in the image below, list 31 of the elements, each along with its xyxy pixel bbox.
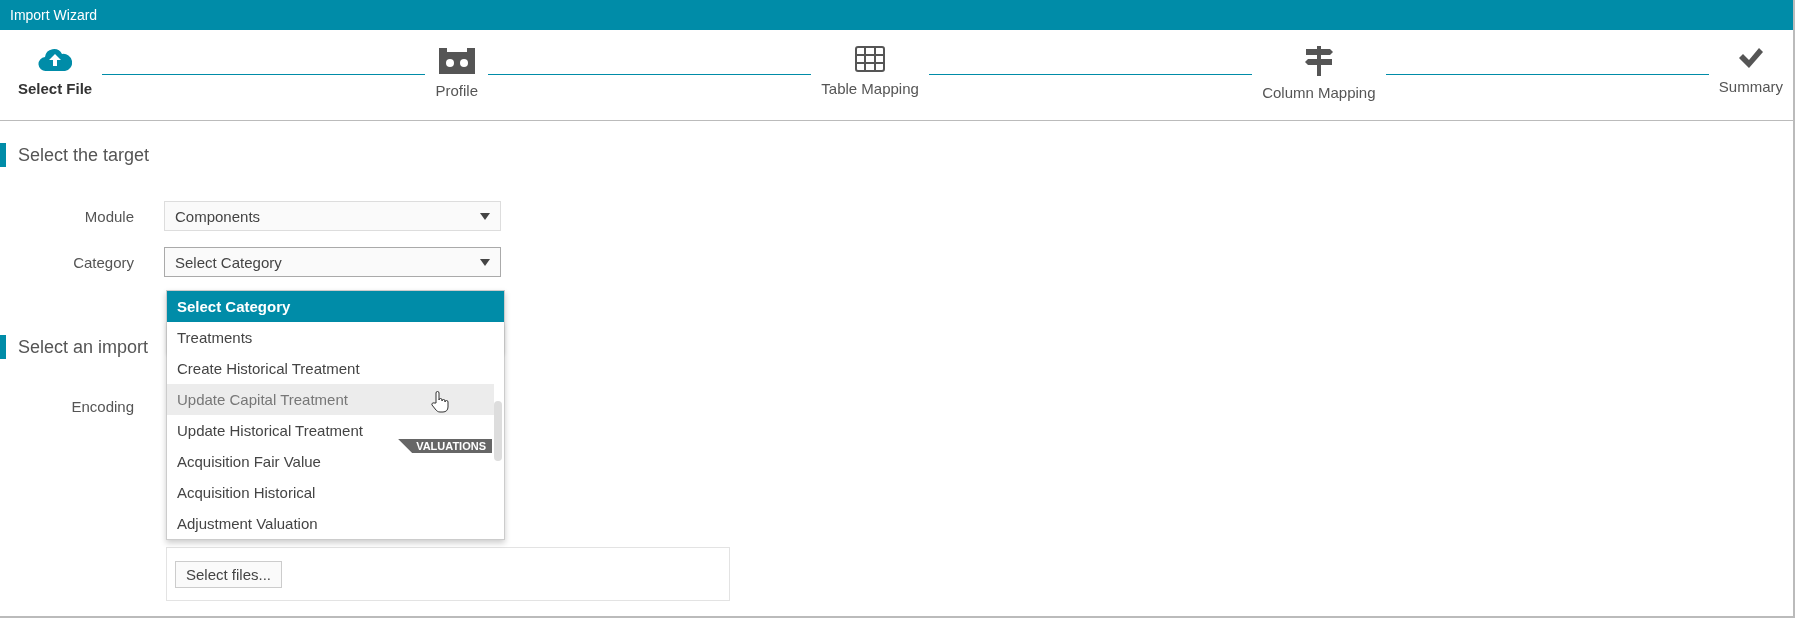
field-label: Module <box>83 207 134 225</box>
caret-icon <box>480 258 490 266</box>
dropdown-option[interactable]: Adjustment Valuation <box>167 508 504 539</box>
section-marker <box>0 143 6 167</box>
field-label: Category <box>72 253 134 271</box>
dropdown-option[interactable]: Create Historical Treatment <box>167 353 504 384</box>
hand-pointer-icon <box>431 391 449 413</box>
scrollbar-thumb[interactable] <box>494 401 502 461</box>
field-label: Encoding <box>70 397 134 415</box>
section-title: Select the target <box>18 144 150 166</box>
dropdown-option[interactable]: Select Category <box>167 291 504 322</box>
step-label[interactable]: Select File <box>18 80 93 97</box>
window-title: Import Wizard <box>10 7 98 23</box>
step-label[interactable]: Column Mapping <box>1262 84 1376 101</box>
dropdown-option[interactable]: Acquisition Historical <box>167 477 504 508</box>
group-tag: VALUATIONS <box>398 439 492 453</box>
select-files-button[interactable]: Select files... <box>175 560 283 588</box>
signpost-icon <box>1303 46 1334 76</box>
step-label[interactable]: Summary <box>1718 78 1784 95</box>
group-header: Treatments <box>167 322 504 353</box>
cloud-upload-icon <box>38 46 73 72</box>
section-title: Select an import <box>18 336 149 358</box>
cassette-icon <box>438 46 475 74</box>
category-select[interactable]: Select Category <box>164 247 501 277</box>
caret-icon <box>480 212 490 220</box>
table-icon <box>855 46 886 72</box>
module-select[interactable]: Components <box>164 201 501 231</box>
step-label[interactable]: Profile <box>435 82 478 99</box>
section-marker <box>0 335 6 359</box>
dropdown-option[interactable]: Update Capital Treatment <box>167 384 494 415</box>
step-label[interactable]: Table Mapping <box>821 80 919 97</box>
